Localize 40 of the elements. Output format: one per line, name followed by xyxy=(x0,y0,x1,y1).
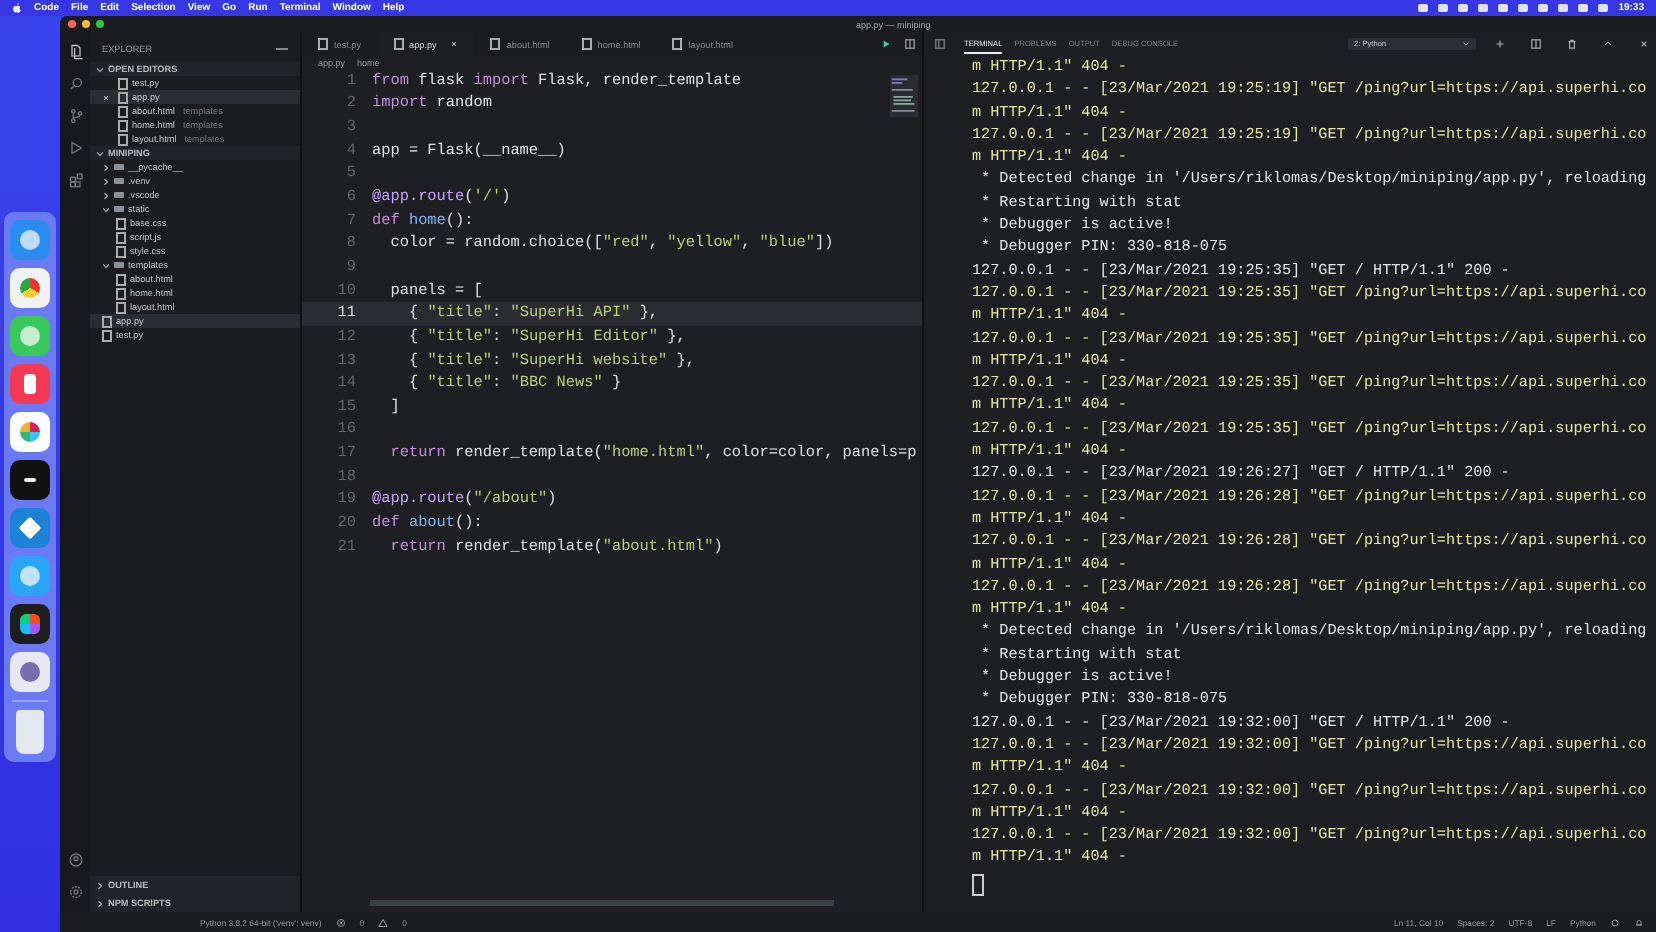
settings-icon[interactable] xyxy=(67,884,83,900)
minimap[interactable] xyxy=(890,74,918,118)
close-icon[interactable] xyxy=(1638,38,1650,50)
warning-icon[interactable] xyxy=(378,917,389,927)
close-button[interactable] xyxy=(68,20,76,28)
account-icon[interactable] xyxy=(67,852,83,868)
files-icon[interactable] xyxy=(67,44,83,60)
app-icon[interactable] xyxy=(10,460,50,500)
horizontal-scrollbar[interactable] xyxy=(370,900,834,906)
run-icon[interactable] xyxy=(880,38,892,50)
bell-icon[interactable] xyxy=(1634,917,1644,927)
folder-icon xyxy=(114,261,124,269)
app-icon[interactable] xyxy=(10,604,50,644)
chevron-icon[interactable] xyxy=(96,65,104,73)
file-icon xyxy=(490,38,501,50)
file-icon xyxy=(672,38,683,50)
panel-layout-icon[interactable] xyxy=(934,38,946,50)
split-editor-icon[interactable] xyxy=(904,38,916,50)
error-icon[interactable] xyxy=(335,917,346,927)
apple-icon[interactable] xyxy=(12,2,22,14)
minimize-button[interactable] xyxy=(82,20,90,28)
chevron-up-icon[interactable] xyxy=(1602,38,1614,50)
file-icon xyxy=(581,38,592,50)
add-icon[interactable] xyxy=(1494,38,1506,50)
caret-icon[interactable] xyxy=(1462,40,1470,48)
terminal-cursor xyxy=(972,873,984,896)
feedback-icon[interactable] xyxy=(1610,917,1620,927)
file-icon xyxy=(318,38,328,50)
search-icon[interactable] xyxy=(67,76,83,92)
zoom-button[interactable] xyxy=(96,20,104,28)
close-icon[interactable] xyxy=(102,93,110,101)
chevron-icon[interactable] xyxy=(96,899,104,907)
trash-icon[interactable] xyxy=(1566,38,1578,50)
run-debug-icon[interactable] xyxy=(67,140,83,156)
chevron-icon[interactable] xyxy=(96,881,104,889)
split-icon[interactable] xyxy=(1530,38,1542,50)
file-icon xyxy=(393,38,404,50)
source-control-icon[interactable] xyxy=(67,108,83,124)
chevron-icon[interactable] xyxy=(102,261,110,269)
extensions-icon[interactable] xyxy=(67,172,83,188)
